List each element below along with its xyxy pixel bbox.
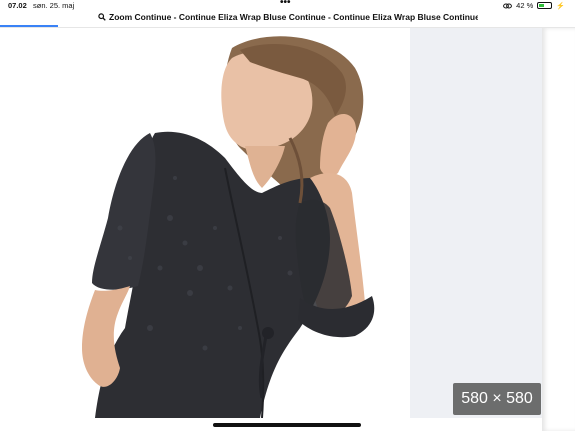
status-date: søn. 25. maj	[33, 1, 75, 10]
battery-percent: 42 %	[516, 1, 534, 10]
address-bar[interactable]: Zoom Continue - Continue Eliza Wrap Blus…	[0, 10, 575, 25]
search-icon	[98, 13, 106, 21]
side-panel	[410, 28, 542, 418]
page-title: Zoom Continue - Continue Eliza Wrap Blus…	[109, 12, 478, 22]
link-icon	[503, 3, 513, 8]
side-panel-edge	[542, 28, 575, 431]
home-indicator[interactable]	[213, 423, 361, 427]
status-time: 07.02	[8, 1, 27, 10]
image-dimensions-badge: 580 × 580	[453, 383, 541, 415]
more-dots-icon[interactable]: •••	[280, 0, 291, 8]
status-right: 42 % ⚡	[503, 1, 565, 10]
model-image	[0, 28, 410, 418]
charging-icon: ⚡	[556, 2, 565, 10]
product-photo[interactable]	[0, 28, 410, 418]
battery-icon	[537, 2, 553, 9]
